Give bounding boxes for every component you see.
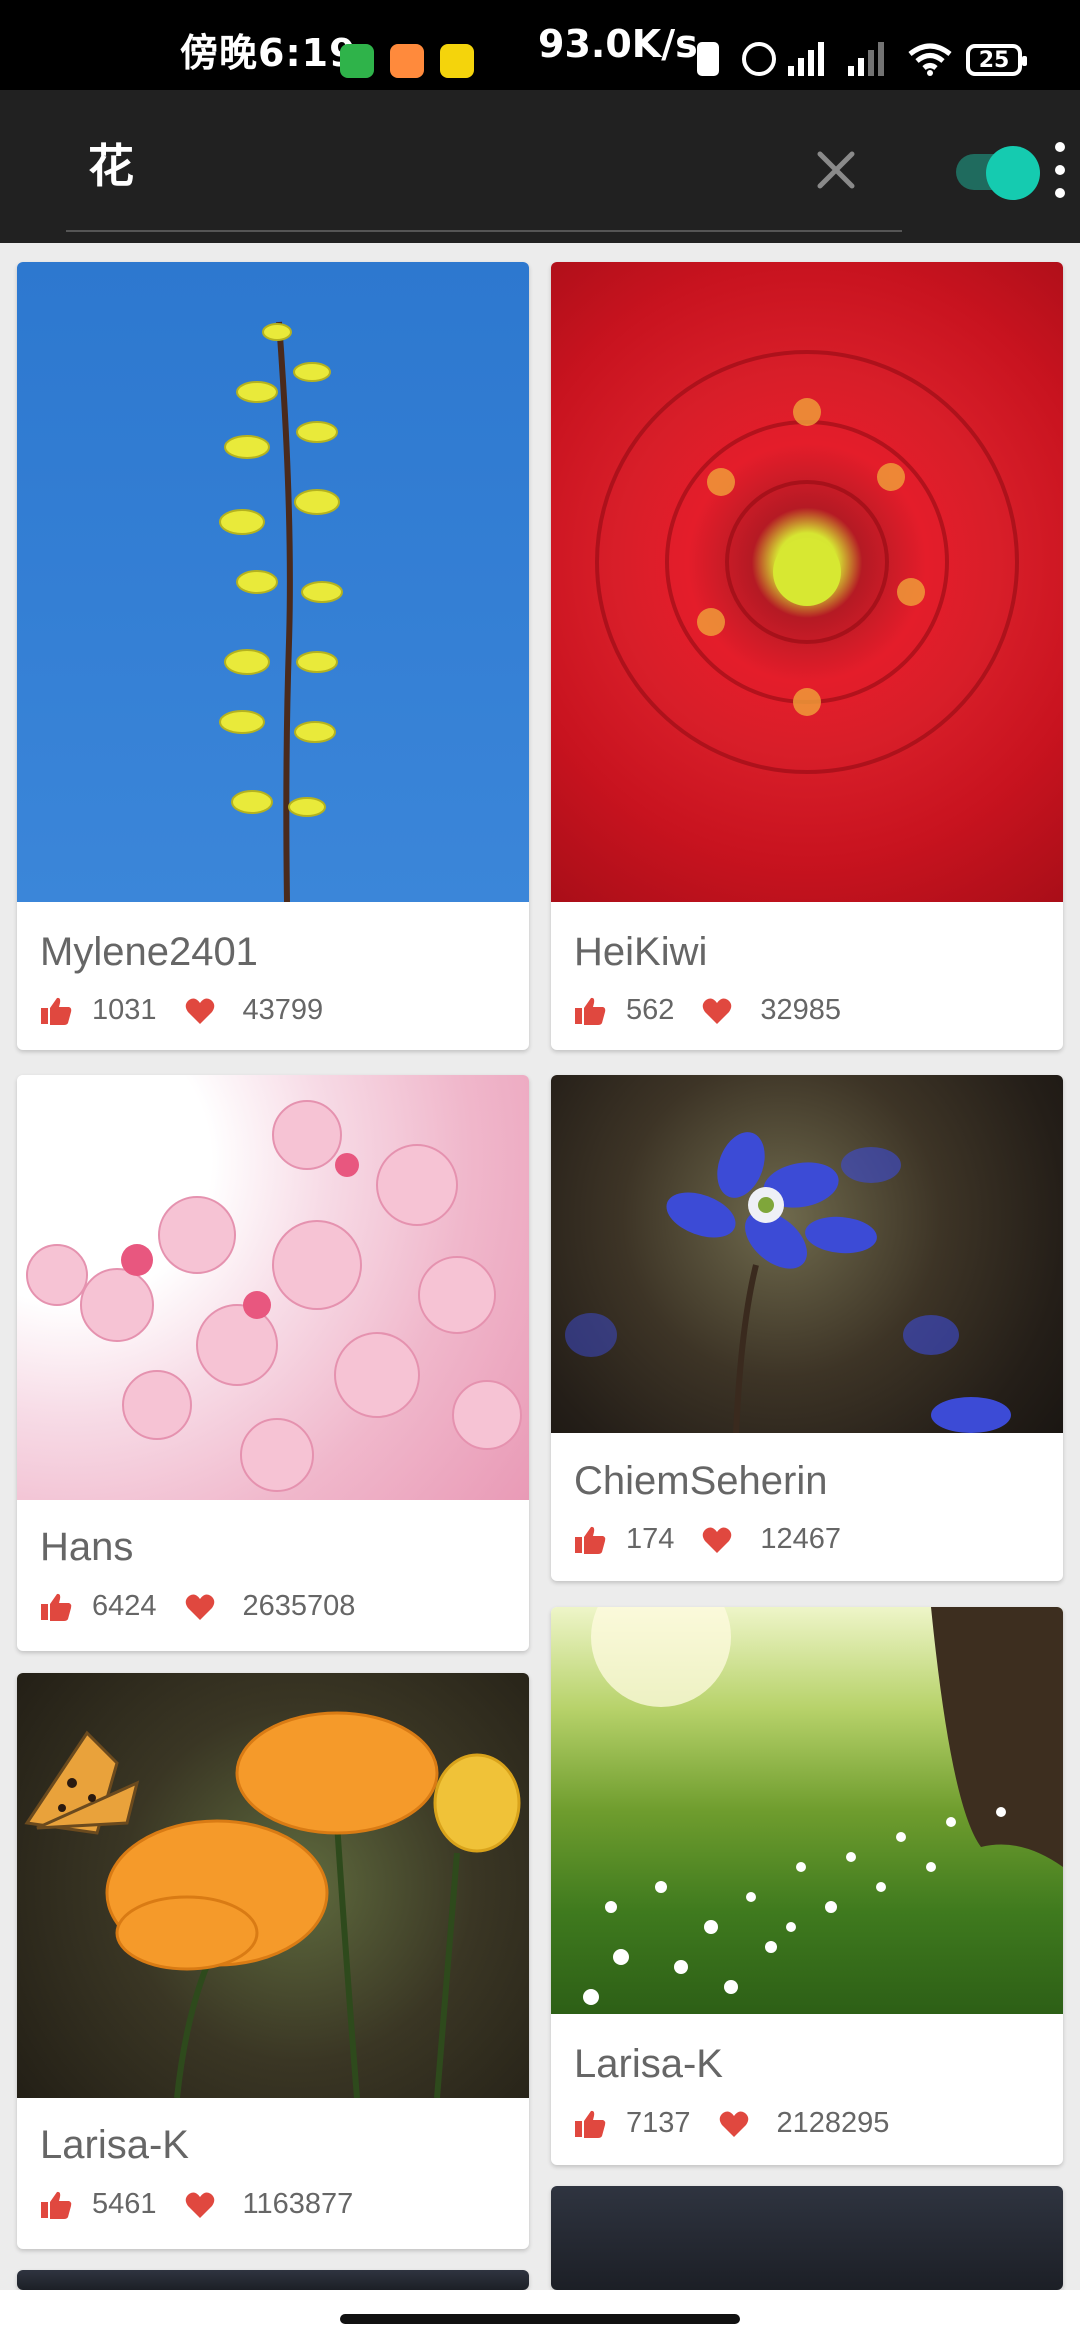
- photo-image[interactable]: [17, 1673, 529, 2098]
- thumbs-up-icon: [41, 997, 72, 1025]
- heart-icon: [185, 998, 214, 1024]
- favorites-count: 2128295: [776, 2107, 890, 2139]
- photo-card[interactable]: ChiemSeherin 174 12467: [551, 1075, 1063, 1581]
- likes-count: 5461: [92, 2188, 157, 2220]
- card-stats: 1031 43799: [40, 994, 323, 1027]
- favorites-count: 1163877: [242, 2188, 354, 2220]
- search-underline: [66, 230, 902, 232]
- favorites-count: 32985: [760, 994, 842, 1026]
- heart-icon: [719, 2111, 748, 2137]
- toggle-switch[interactable]: [956, 146, 1042, 200]
- photo-image[interactable]: [551, 262, 1063, 902]
- heart-icon: [703, 998, 732, 1024]
- author-name: Hans: [40, 1525, 134, 1569]
- photo-card-partial[interactable]: [551, 2186, 1063, 2290]
- heart-icon: [185, 2192, 214, 2218]
- alarm-icon: [742, 42, 776, 76]
- card-stats: 174 12467: [574, 1523, 841, 1556]
- thumbs-up-icon: [575, 997, 606, 1025]
- search-input[interactable]: 花: [88, 130, 134, 196]
- favorites-count: 43799: [242, 994, 324, 1026]
- author-name: Larisa-K: [574, 2042, 723, 2086]
- likes-count: 562: [626, 994, 675, 1026]
- photo-image[interactable]: [17, 262, 529, 902]
- likes-count: 174: [626, 1523, 675, 1555]
- toggle-knob: [986, 146, 1040, 200]
- network-speed: 93.0K/s: [538, 22, 698, 66]
- signal-hd-2-icon: [848, 42, 894, 76]
- signal-hd-icon: [788, 42, 834, 76]
- likes-count: 6424: [92, 1590, 157, 1622]
- photo-card[interactable]: Larisa-K 7137 2128295: [551, 1607, 1063, 2165]
- photo-image[interactable]: [551, 1607, 1063, 2014]
- shopping-app-icon: [390, 44, 424, 78]
- photo-card[interactable]: Mylene2401 1031 43799: [17, 262, 529, 1050]
- photo-card[interactable]: Larisa-K 5461 1163877: [17, 1673, 529, 2249]
- author-name: Mylene2401: [40, 930, 258, 974]
- card-stats: 7137 2128295: [574, 2107, 889, 2140]
- status-time: 傍晚6:19: [180, 31, 357, 75]
- favorites-count: 2635708: [242, 1590, 356, 1622]
- favorites-count: 12467: [760, 1523, 842, 1555]
- thumbs-up-icon: [575, 1526, 606, 1554]
- likes-count: 7137: [626, 2107, 691, 2139]
- news-app-icon: [440, 44, 474, 78]
- gesture-bar[interactable]: [340, 2314, 740, 2324]
- status-bar: 傍晚6:19 93.0K/s 25: [0, 0, 1080, 90]
- thumbs-up-icon: [41, 1593, 72, 1621]
- author-name: Larisa-K: [40, 2123, 189, 2167]
- photo-image[interactable]: [551, 1075, 1063, 1433]
- card-stats: 6424 2635708: [40, 1590, 355, 1623]
- card-stats: 5461 1163877: [40, 2188, 353, 2221]
- heart-icon: [185, 1594, 214, 1620]
- photo-card[interactable]: HeiKiwi 562 32985: [551, 262, 1063, 1050]
- photo-card-partial[interactable]: [17, 2270, 529, 2290]
- more-vert-icon[interactable]: [1048, 142, 1072, 198]
- likes-count: 1031: [92, 994, 157, 1026]
- vibrate-icon: [697, 42, 719, 76]
- author-name: ChiemSeherin: [574, 1459, 828, 1503]
- close-icon[interactable]: [808, 142, 864, 198]
- battery-icon: 25: [966, 44, 1027, 76]
- thumbs-up-icon: [41, 2191, 72, 2219]
- card-stats: 562 32985: [574, 994, 841, 1027]
- photo-card[interactable]: Hans 6424 2635708: [17, 1075, 529, 1651]
- thumbs-up-icon: [575, 2110, 606, 2138]
- wifi-icon: [908, 43, 952, 76]
- author-name: HeiKiwi: [574, 930, 708, 974]
- search-app-bar: 花: [0, 90, 1080, 243]
- photo-image[interactable]: [17, 1075, 529, 1500]
- heart-icon: [703, 1527, 732, 1553]
- wechat-icon: [340, 44, 374, 78]
